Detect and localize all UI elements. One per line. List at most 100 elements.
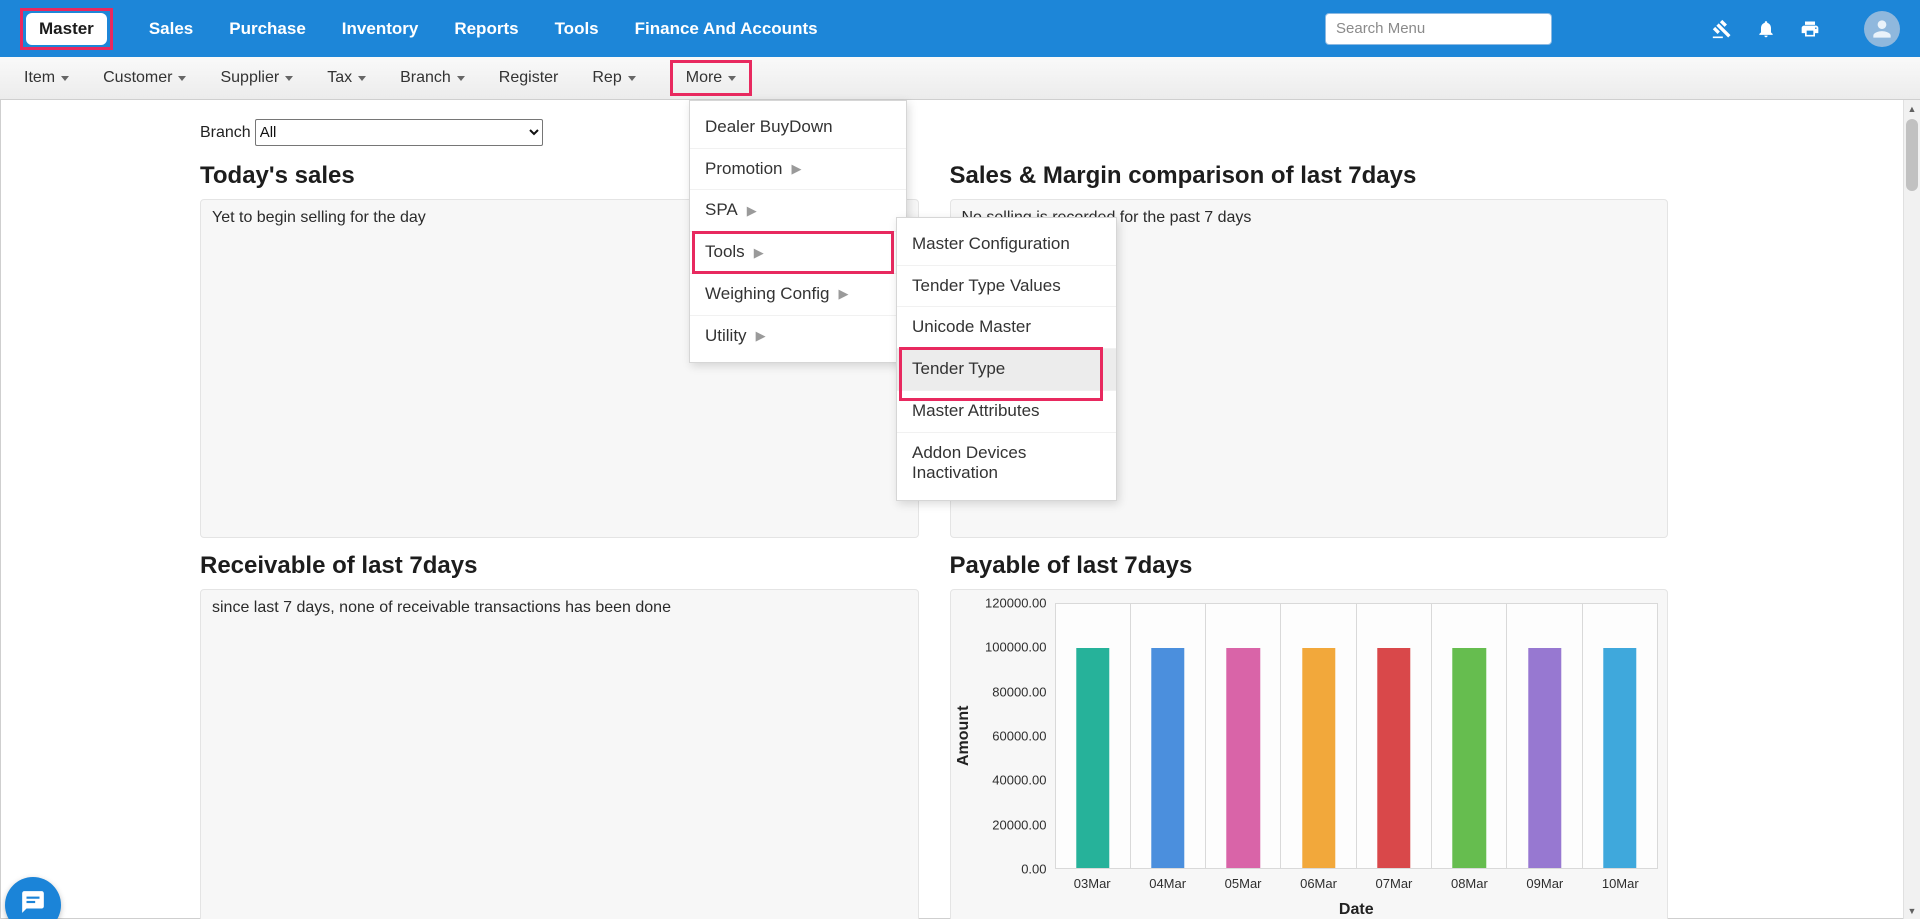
subnav-item-item[interactable]: Item (24, 69, 69, 87)
subnav-item-more[interactable]: More (686, 69, 736, 87)
topnav-item-master[interactable]: Master (26, 13, 107, 45)
chart-x-tick-label: 03Mar (1055, 876, 1130, 895)
menu-item-label: Master Attributes (912, 401, 1040, 422)
chevron-right-icon: ▶ (754, 245, 764, 261)
chart-column (1507, 604, 1582, 868)
chart-y-tick-label: 80000.00 (992, 684, 1046, 699)
subnav-item-label: Register (499, 69, 559, 87)
chart-bar-07Mar (1377, 648, 1410, 868)
subnav-item-label: Customer (103, 69, 172, 87)
submenu-item-master-configuration[interactable]: Master Configuration (897, 224, 1116, 265)
chart-bar-09Mar (1528, 648, 1561, 868)
submenu-item-tender-type[interactable]: Tender Type (897, 348, 1116, 390)
gavel-icon[interactable] (1712, 19, 1732, 39)
chart-x-tick-label: 07Mar (1356, 876, 1431, 895)
chart-plot-area (1055, 603, 1659, 869)
top-navbar: Master Sales Purchase Inventory Reports … (0, 0, 1920, 57)
chevron-right-icon: ▶ (838, 286, 848, 302)
chart-column (1206, 604, 1281, 868)
topnav-icons (1712, 11, 1900, 47)
menu-item-label: Tender Type Values (912, 276, 1061, 297)
menu-item-utility[interactable]: Utility ▶ (690, 315, 906, 357)
menu-item-label: Tender Type (912, 359, 1005, 380)
scroll-up-arrow[interactable]: ▲ (1904, 100, 1920, 117)
topnav-item-inventory[interactable]: Inventory (342, 19, 419, 39)
scrollbar-thumb[interactable] (1906, 119, 1918, 191)
menu-item-label: SPA (705, 200, 738, 221)
card-title: Receivable of last 7days (200, 552, 919, 580)
payable-panel: Amount 120000.00100000.0080000.0060000.0… (950, 589, 1669, 919)
branch-label: Branch (200, 124, 251, 142)
subnav-item-tax[interactable]: Tax (327, 69, 366, 87)
chart-y-tick-label: 120000.00 (985, 596, 1046, 611)
chevron-down-icon (285, 76, 293, 81)
submenu-item-addon-devices-inactivation[interactable]: Addon Devices Inactivation (897, 432, 1116, 494)
chevron-right-icon: ▶ (756, 328, 766, 344)
menu-item-spa[interactable]: SPA ▶ (690, 189, 906, 231)
chart-column (1357, 604, 1432, 868)
subnav-item-register[interactable]: Register (499, 69, 559, 87)
topnav-item-sales[interactable]: Sales (149, 19, 193, 39)
chart-column (1131, 604, 1206, 868)
chart-x-tick-label: 06Mar (1281, 876, 1356, 895)
branch-select[interactable]: All (255, 119, 543, 146)
chart-x-tick-label: 10Mar (1583, 876, 1658, 895)
bell-icon[interactable] (1756, 19, 1776, 39)
chart-y-tick-label: 20000.00 (992, 817, 1046, 832)
chevron-down-icon (457, 76, 465, 81)
submenu-item-master-attributes[interactable]: Master Attributes (897, 390, 1116, 432)
topnav-item-tools[interactable]: Tools (555, 19, 599, 39)
subnav-item-label: Rep (592, 69, 621, 87)
subnav-item-label: Supplier (220, 69, 279, 87)
menu-item-promotion[interactable]: Promotion ▶ (690, 148, 906, 190)
submenu-item-unicode-master[interactable]: Unicode Master (897, 306, 1116, 348)
menu-item-label: Addon Devices Inactivation (912, 443, 1101, 484)
chart-bar-03Mar (1076, 648, 1109, 868)
menu-item-label: Weighing Config (705, 284, 829, 305)
chart-column (1056, 604, 1131, 868)
chevron-right-icon: ▶ (747, 203, 757, 219)
chart-y-tick-label: 60000.00 (992, 729, 1046, 744)
submenu-item-tender-type-values[interactable]: Tender Type Values (897, 265, 1116, 307)
menu-item-label: Tools (705, 242, 745, 263)
chart-bar-06Mar (1302, 648, 1335, 868)
chart-bar-05Mar (1227, 648, 1260, 868)
chart-x-tick-label: 08Mar (1432, 876, 1507, 895)
subnav-item-rep[interactable]: Rep (592, 69, 635, 87)
search-input[interactable] (1325, 13, 1552, 45)
topnav-item-reports[interactable]: Reports (454, 19, 518, 39)
chart-y-tick-label: 0.00 (1021, 862, 1046, 877)
card-title: Payable of last 7days (950, 552, 1669, 580)
menu-item-dealer-buydown[interactable]: Dealer BuyDown (690, 107, 906, 148)
menu-item-label: Dealer BuyDown (705, 117, 833, 138)
vertical-scrollbar[interactable]: ▲ ▼ (1903, 100, 1920, 919)
menu-item-weighing-config[interactable]: Weighing Config ▶ (690, 273, 906, 315)
chevron-down-icon (628, 76, 636, 81)
chart-bar-10Mar (1603, 648, 1636, 868)
chevron-down-icon (358, 76, 366, 81)
annotation-box-master: Master (20, 8, 113, 50)
subnav-item-branch[interactable]: Branch (400, 69, 465, 87)
subnav-item-label: Item (24, 69, 55, 87)
topnav-item-finance-and-accounts[interactable]: Finance And Accounts (635, 19, 818, 39)
chart-x-tick-label: 09Mar (1507, 876, 1582, 895)
subnav-item-label: Branch (400, 69, 451, 87)
subnav-item-customer[interactable]: Customer (103, 69, 186, 87)
topnav-item-purchase[interactable]: Purchase (229, 19, 306, 39)
card-title: Sales & Margin comparison of last 7days (950, 162, 1669, 190)
subnav-item-supplier[interactable]: Supplier (220, 69, 293, 87)
user-avatar[interactable] (1864, 11, 1900, 47)
chart-column (1432, 604, 1507, 868)
chart-y-axis-title: Amount (951, 603, 977, 869)
menu-item-label: Master Configuration (912, 234, 1070, 255)
subnav-item-label: Tax (327, 69, 352, 87)
chart-bar-04Mar (1151, 648, 1184, 868)
annotation-box-more: More (670, 60, 752, 96)
chart-column (1281, 604, 1356, 868)
scroll-down-arrow[interactable]: ▼ (1904, 902, 1920, 919)
chevron-down-icon (61, 76, 69, 81)
chart-bar-08Mar (1453, 648, 1486, 868)
printer-icon[interactable] (1800, 19, 1820, 39)
menu-item-tools[interactable]: Tools ▶ (690, 231, 906, 273)
menu-item-label: Utility (705, 326, 747, 347)
